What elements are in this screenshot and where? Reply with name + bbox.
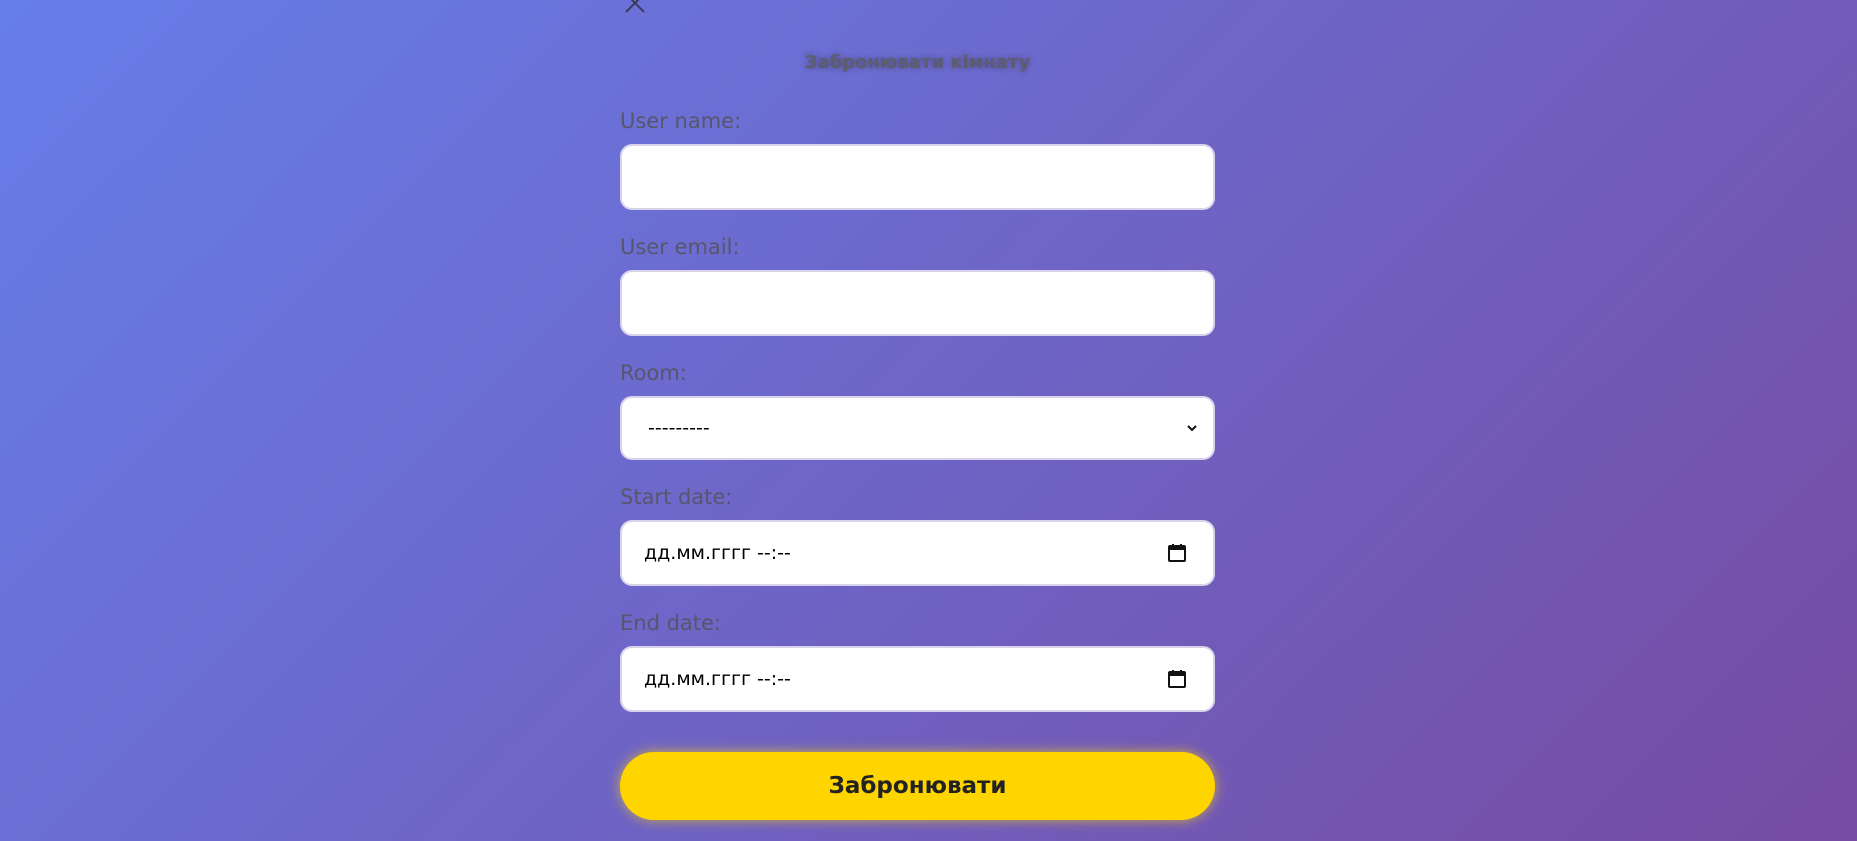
close-button[interactable] xyxy=(620,0,650,16)
room-selected-value: --------- xyxy=(648,417,710,439)
user-name-input[interactable] xyxy=(620,144,1215,210)
end-date-input[interactable]: дд.мм.гггг --:-- xyxy=(620,646,1215,712)
book-button[interactable]: Забронювати xyxy=(620,752,1215,820)
dialog-title: Забронювати кімнату xyxy=(804,52,1031,73)
user-email-label: User email: xyxy=(620,235,740,259)
room-label: Room: xyxy=(620,361,687,385)
start-date-label: Start date: xyxy=(620,485,733,509)
chevron-down-icon xyxy=(1187,425,1197,432)
user-name-label: User name: xyxy=(620,109,742,133)
room-select[interactable]: --------- xyxy=(620,396,1215,460)
close-icon[interactable] xyxy=(624,0,646,14)
user-email-input[interactable] xyxy=(620,270,1215,336)
end-date-placeholder: дд.мм.гггг --:-- xyxy=(644,668,791,690)
start-date-placeholder: дд.мм.гггг --:-- xyxy=(644,542,791,564)
calendar-icon[interactable] xyxy=(1167,543,1187,563)
start-date-input[interactable]: дд.мм.гггг --:-- xyxy=(620,520,1215,586)
calendar-icon[interactable] xyxy=(1167,669,1187,689)
end-date-label: End date: xyxy=(620,611,722,635)
